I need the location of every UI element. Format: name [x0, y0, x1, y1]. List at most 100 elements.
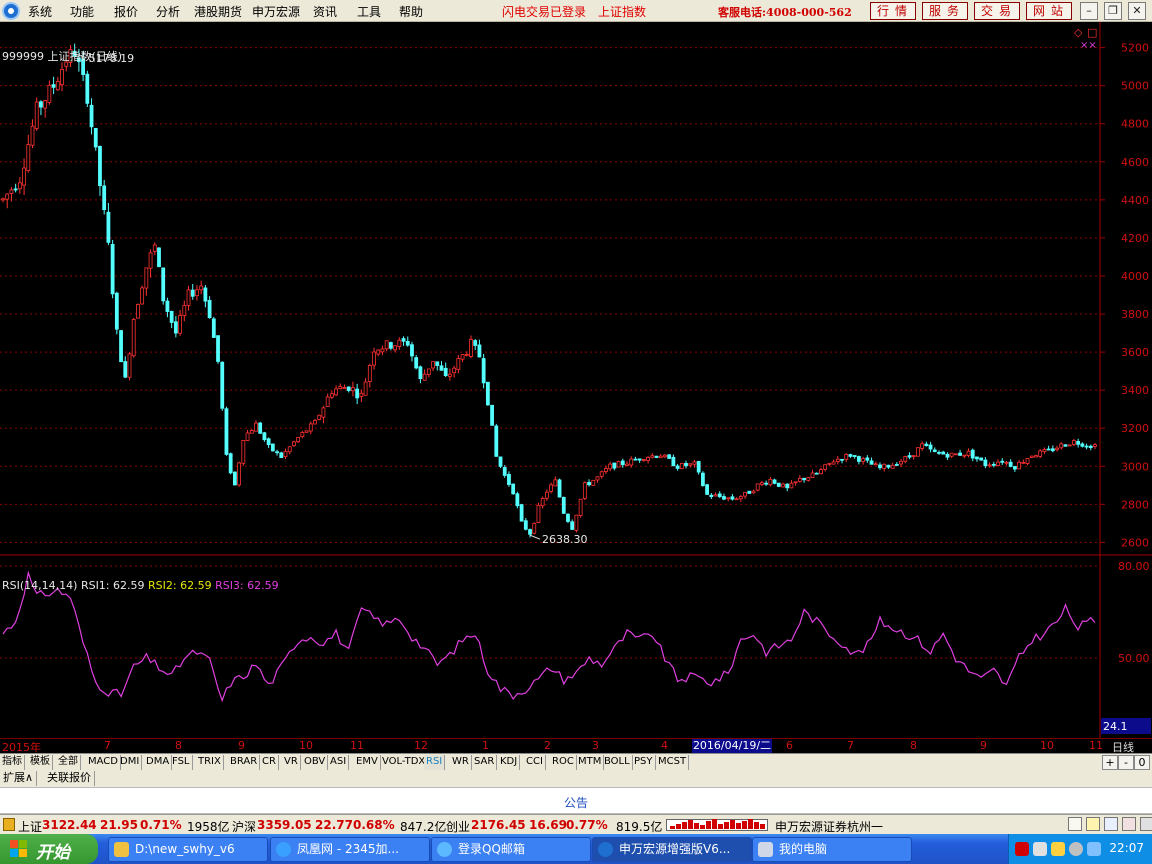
indicator-tab-fsl[interactable]: FSL	[170, 755, 193, 770]
chart-area[interactable]: 5178.19 2638.30 5200 5000 4800 4600 4400 4200 4…	[0, 22, 1152, 738]
candle-body	[119, 330, 123, 363]
indicator-tab-brar[interactable]: BRAR	[228, 755, 261, 770]
candle-body	[220, 361, 225, 409]
candle-body	[165, 300, 170, 312]
indicator-tab-dma[interactable]: DMA	[144, 755, 173, 770]
notice-title[interactable]: 公告	[0, 794, 1152, 811]
signal-icon[interactable]	[1104, 817, 1118, 831]
indicator-tab-指标[interactable]: 指标	[0, 755, 25, 770]
indicator-tab-boll[interactable]: BOLL	[602, 755, 633, 770]
task-qqmail[interactable]: 登录QQ邮箱	[431, 837, 591, 862]
rsi2-value: RSI2: 62.59	[148, 579, 212, 592]
meter-bar	[700, 825, 705, 829]
service-button[interactable]: 服务	[922, 2, 968, 20]
indicator-tab-vr[interactable]: VR	[282, 755, 301, 770]
candle-body	[169, 310, 174, 323]
candle-body	[178, 315, 182, 334]
menu-system[interactable]: 系统	[28, 3, 52, 19]
indicator-tab-dmi[interactable]: DMI	[118, 755, 143, 770]
candle-body	[764, 482, 769, 485]
time-tick: 3	[592, 739, 599, 752]
indicator-tab-mtm[interactable]: MTM	[576, 755, 605, 770]
disk-icon[interactable]	[1069, 842, 1083, 856]
menu-help[interactable]: 帮助	[399, 3, 423, 19]
menu-swhy[interactable]: 申万宏源	[252, 3, 300, 19]
rsi-name: RSI(14,14,14)	[2, 579, 78, 592]
candle-body	[532, 522, 537, 534]
extension-tab[interactable]: 扩展∧	[0, 771, 38, 786]
lock-status-icon[interactable]	[1140, 817, 1152, 831]
task-browser[interactable]: 凤凰网 - 2345加...	[270, 837, 430, 862]
volume-icon[interactable]	[1033, 842, 1047, 856]
indicator-tab-obv[interactable]: OBV	[302, 755, 329, 770]
candle-body	[372, 351, 376, 366]
candle-body	[507, 473, 511, 485]
lightbulb-icon[interactable]	[1086, 817, 1100, 831]
start-button[interactable]: 开始	[0, 834, 98, 864]
candle-body	[148, 252, 153, 269]
candle-body	[768, 478, 773, 486]
candle-body	[1008, 461, 1013, 467]
candle-body	[958, 452, 962, 456]
indicator-tab-cr[interactable]: CR	[260, 755, 279, 770]
time-tick: 2	[544, 739, 551, 752]
menu-function[interactable]: 功能	[70, 3, 94, 19]
zoom-in-button[interactable]: +	[1102, 755, 1118, 770]
candle-body	[47, 84, 52, 103]
task-my-computer[interactable]: 我的电脑	[752, 837, 912, 862]
candle-body	[907, 455, 912, 458]
current-index-link[interactable]: 上证指数	[598, 3, 646, 20]
reset-button[interactable]: 0	[1134, 755, 1150, 770]
task-folder[interactable]: D:\new_swhy_v6	[108, 837, 268, 862]
message-icon[interactable]	[1068, 817, 1082, 831]
indicator-tab-mcst[interactable]: MCST	[656, 755, 690, 770]
candle-body	[207, 300, 212, 319]
indicator-tab-emv[interactable]: EMV	[354, 755, 381, 770]
menu-tools[interactable]: 工具	[357, 3, 381, 19]
candle-body	[861, 458, 866, 462]
lock-icon[interactable]	[3, 818, 15, 831]
indicator-tab-rsi[interactable]: RSI	[424, 755, 446, 770]
indicator-tab-wr[interactable]: WR	[450, 755, 472, 770]
windows-flag-icon	[10, 840, 28, 858]
indicator-tab-psy[interactable]: PSY	[632, 755, 656, 770]
indicator-tab-模板[interactable]: 模板	[28, 755, 53, 770]
trade-button[interactable]: 交易	[974, 2, 1020, 20]
indicator-tab-trix[interactable]: TRIX	[196, 755, 224, 770]
candle-body	[523, 520, 528, 530]
kline-chart[interactable]: 5178.192638.30 5200 5000 4800 4600 4400 4200 4…	[0, 22, 1152, 738]
candle-body	[591, 479, 596, 486]
quote-button[interactable]: 行情	[870, 2, 916, 20]
candle-body	[975, 456, 979, 460]
indicator-tab-macd[interactable]: MACD	[86, 755, 121, 770]
time-tick: 12	[414, 739, 428, 752]
close-icon[interactable]: ✕	[1128, 2, 1146, 20]
rsi-header: RSI(14,14,14) RSI1: 62.59 RSI2: 62.59 RS…	[2, 579, 279, 592]
website-button[interactable]: 网站	[1026, 2, 1072, 20]
candle-body	[953, 453, 958, 456]
indicator-tab-cci[interactable]: CCI	[524, 755, 546, 770]
qq-icon[interactable]	[1087, 842, 1101, 856]
related-quotes-tab[interactable]: 关联报价	[44, 771, 95, 786]
bell-icon[interactable]	[1122, 817, 1136, 831]
candle-body	[249, 430, 254, 434]
indicator-tab-roc[interactable]: ROC	[550, 755, 577, 770]
indicator-tab-asi[interactable]: ASI	[328, 755, 350, 770]
zoom-out-button[interactable]: -	[1118, 755, 1134, 770]
indicator-tab-全部[interactable]: 全部	[56, 755, 81, 770]
menu-news[interactable]: 资讯	[313, 3, 337, 19]
indicator-tab-sar[interactable]: SAR	[472, 755, 498, 770]
minimize-icon[interactable]: –	[1080, 2, 1098, 20]
restore-icon[interactable]: ❐	[1104, 2, 1122, 20]
task-swhy[interactable]: 申万宏源增强版V6...	[592, 837, 752, 862]
menu-hk-futures[interactable]: 港股期货	[194, 3, 242, 19]
candle-body	[292, 441, 296, 447]
indicator-tab-kdj[interactable]: KDJ	[498, 755, 521, 770]
network-icon[interactable]	[1015, 842, 1029, 856]
candle-body	[511, 483, 516, 495]
indicator-tab-vol-tdx[interactable]: VOL-TDX	[380, 755, 429, 770]
security-icon[interactable]	[1051, 842, 1065, 856]
menu-quote[interactable]: 报价	[114, 3, 138, 19]
menu-analysis[interactable]: 分析	[156, 3, 180, 19]
candle-body	[553, 479, 558, 487]
